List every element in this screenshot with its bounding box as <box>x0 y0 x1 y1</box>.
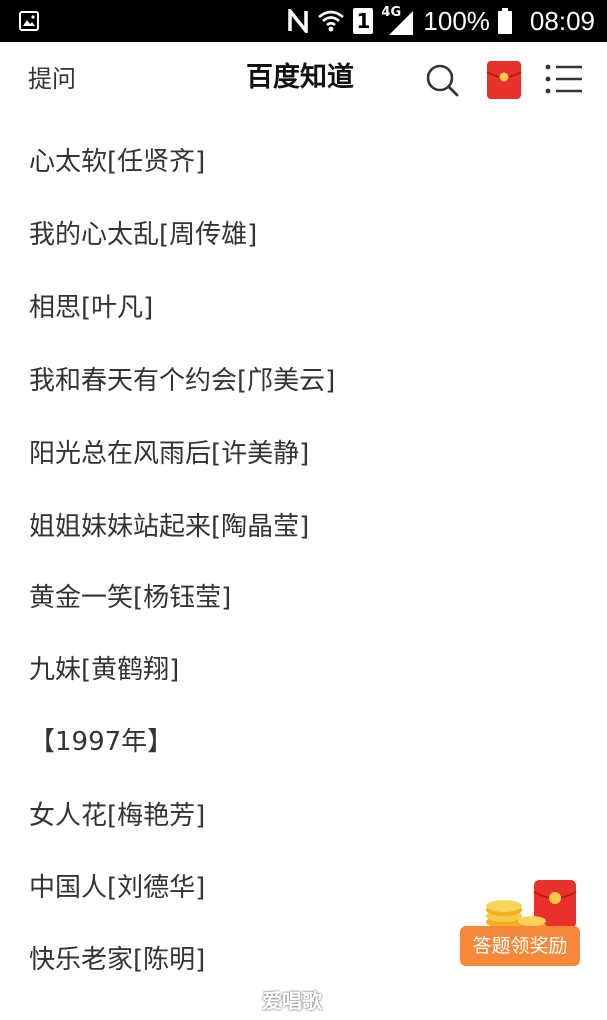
battery-percent: 100% <box>423 5 490 36</box>
list-item: 相思[叶凡] <box>29 293 154 323</box>
app-header: 提问 百度知道 <box>0 42 607 118</box>
watermark: 爱唱歌 <box>262 989 322 1013</box>
list-item: 我和春天有个约会[邝美云] <box>29 366 336 396</box>
list-item: 中国人[刘德华] <box>29 873 206 903</box>
gallery-icon <box>19 11 39 31</box>
signal-icon: 4G <box>381 5 415 35</box>
list-item: 姐姐妹妹站起来[陶晶莹] <box>29 512 310 542</box>
list-item: 阳光总在风雨后[许美静] <box>29 439 310 469</box>
list-item: 九妹[黄鹤翔] <box>29 655 180 685</box>
list-item: 女人花[梅艳芳] <box>29 801 206 831</box>
status-bar: 1 4G 100% 08:09 <box>0 0 607 42</box>
sim-icon: 1 <box>353 8 374 34</box>
wifi-icon <box>318 10 345 32</box>
ask-button[interactable]: 提问 <box>28 62 76 96</box>
red-packet-icon[interactable] <box>486 60 522 100</box>
search-icon[interactable] <box>424 62 460 98</box>
menu-icon[interactable] <box>545 64 583 94</box>
reward-widget[interactable]: 答题领奖励 <box>460 876 582 968</box>
list-item: 黄金一笑[杨钰莹] <box>29 583 232 613</box>
clock: 08:09 <box>529 5 595 36</box>
battery-icon <box>497 8 512 34</box>
nfc-icon <box>288 9 309 33</box>
list-item: 我的心太乱[周传雄] <box>29 220 258 250</box>
section-heading: 【1997年】 <box>29 727 174 757</box>
page-title: 百度知道 <box>246 62 354 93</box>
list-item: 心太软[任贤齐] <box>29 147 206 177</box>
list-item: 快乐老家[陈明] <box>29 945 206 975</box>
reward-button[interactable]: 答题领奖励 <box>460 926 580 966</box>
